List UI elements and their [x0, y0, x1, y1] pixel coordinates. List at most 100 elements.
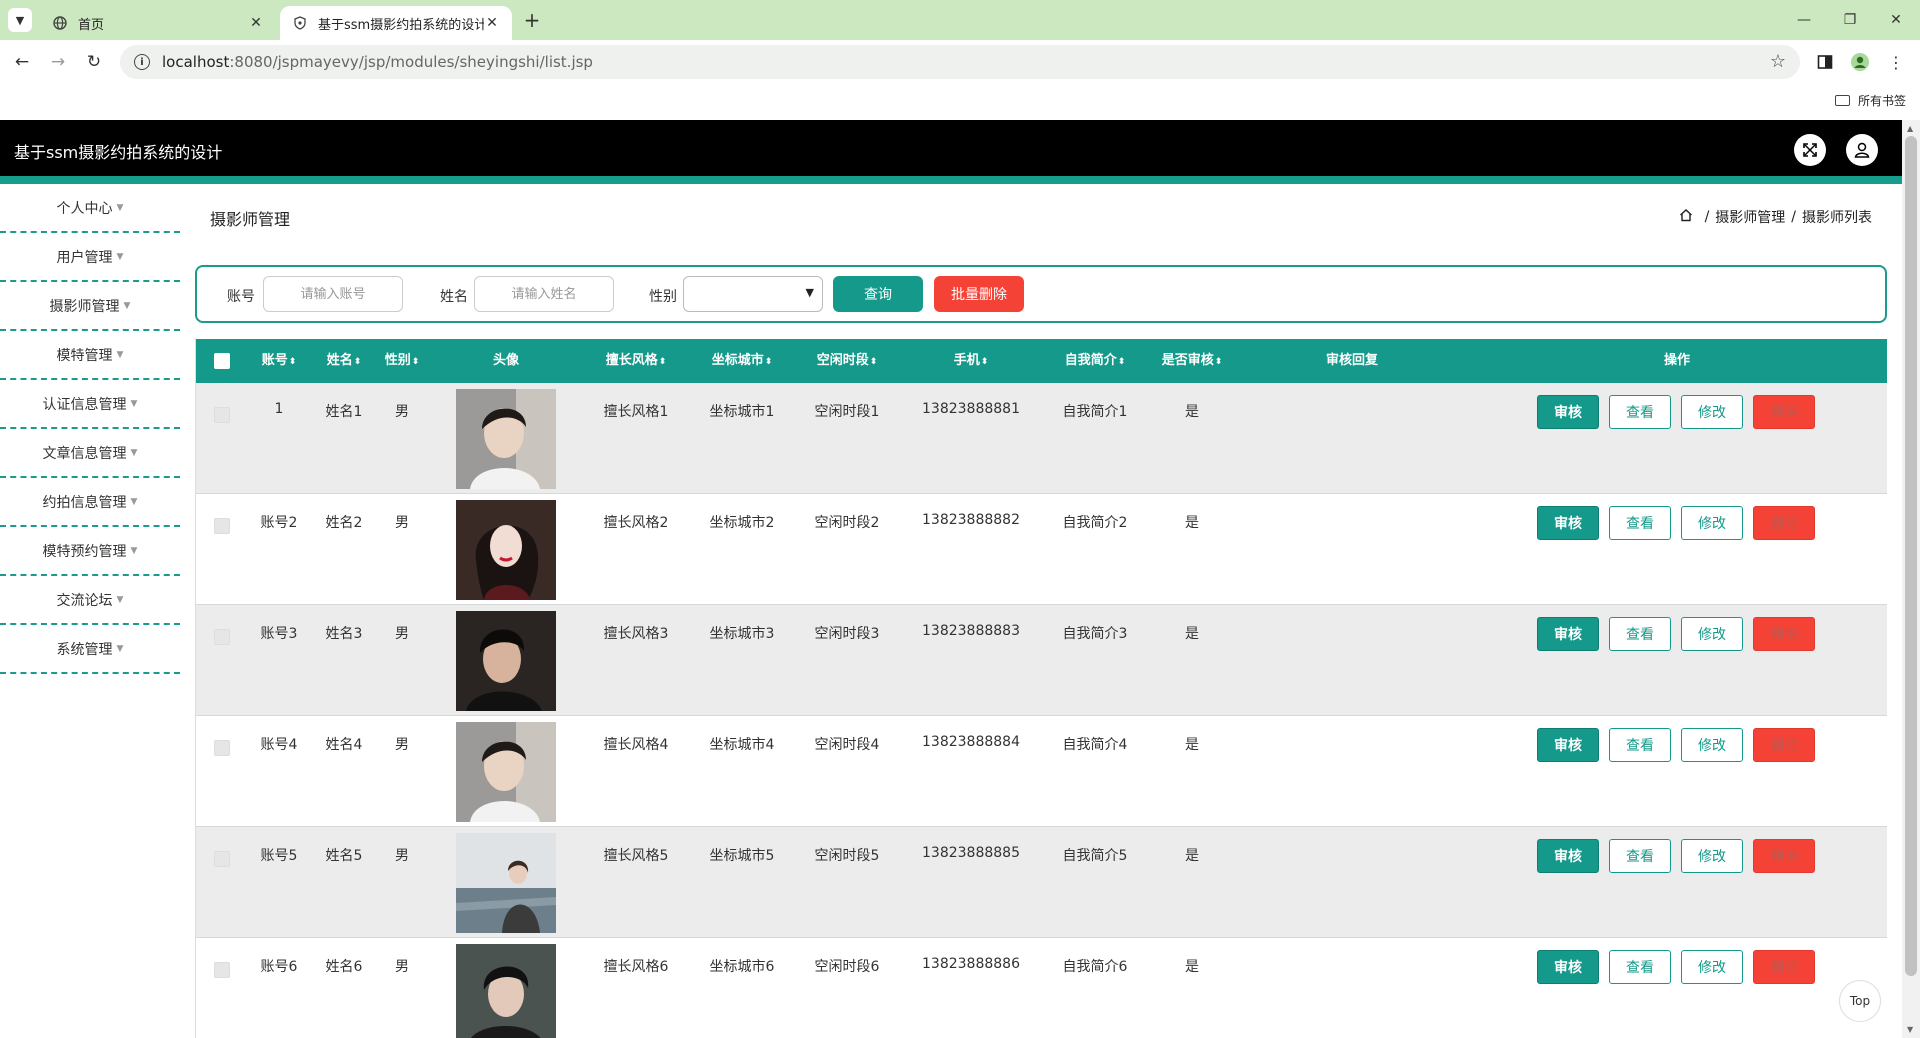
sidepanel-icon[interactable] [1813, 50, 1837, 74]
sidebar: 个人中心 ▼ 用户管理 ▼ 摄影师管理 ▼ 模特管理 ▼ 认证信息管理 ▼ 文章信息管理 ▼… [0, 184, 180, 1038]
edit-button[interactable]: 修改 [1681, 950, 1743, 984]
audit-button[interactable]: 审核 [1537, 839, 1599, 873]
sidebar-item-label: 系统管理 [56, 641, 113, 658]
audit-button[interactable]: 审核 [1537, 728, 1599, 762]
sidebar-item-system[interactable]: 系统管理 ▼ [0, 625, 180, 674]
breadcrumb-item[interactable]: 摄影师管理 [1715, 207, 1785, 227]
name-input[interactable] [474, 276, 614, 312]
sidebar-item-photographers[interactable]: 摄影师管理 ▼ [0, 282, 180, 331]
page-scrollbar[interactable]: ▲ ▼ [1902, 120, 1920, 1038]
sidebar-item-model-booking[interactable]: 模特预约管理 ▼ [0, 527, 180, 576]
account-input[interactable] [263, 276, 403, 312]
query-button[interactable]: 查询 [833, 276, 923, 312]
row-checkbox[interactable] [214, 740, 230, 756]
avatar [456, 500, 556, 600]
sidebar-item-label: 模特管理 [56, 347, 113, 364]
close-icon[interactable]: ✕ [1882, 6, 1910, 34]
delete-button[interactable]: 删除 [1753, 395, 1815, 429]
sidebar-item-label: 摄影师管理 [49, 298, 120, 315]
edit-button[interactable]: 修改 [1681, 839, 1743, 873]
sidebar-item-label: 用户管理 [56, 249, 113, 266]
column-header-account[interactable]: 账号⬍ [262, 339, 297, 384]
cell-phone: 13823888882 [922, 512, 1020, 528]
kebab-icon[interactable]: ⋮ [1884, 50, 1908, 74]
column-header-approved[interactable]: 是否审核⬍ [1162, 339, 1223, 384]
scroll-up-icon[interactable]: ▲ [1907, 124, 1913, 133]
cell-style: 擅长风格1 [603, 404, 669, 420]
edit-button[interactable]: 修改 [1681, 506, 1743, 540]
audit-button[interactable]: 审核 [1537, 506, 1599, 540]
edit-button[interactable]: 修改 [1681, 395, 1743, 429]
sidebar-item-models[interactable]: 模特管理 ▼ [0, 331, 180, 380]
view-button[interactable]: 查看 [1609, 506, 1671, 540]
column-header-city[interactable]: 坐标城市⬍ [712, 339, 773, 384]
row-checkbox[interactable] [214, 851, 230, 867]
view-button[interactable]: 查看 [1609, 728, 1671, 762]
browser-tab-home[interactable]: 首页 ✕ [40, 6, 276, 40]
column-header-free-time[interactable]: 空闲时段⬍ [817, 339, 878, 384]
close-icon[interactable]: ✕ [248, 15, 264, 31]
sidebar-item-personal-center[interactable]: 个人中心 ▼ [0, 184, 180, 233]
star-icon[interactable]: ☆ [1770, 51, 1786, 72]
view-button[interactable]: 查看 [1609, 617, 1671, 651]
column-header-gender[interactable]: 性别⬍ [385, 339, 420, 384]
delete-button[interactable]: 删除 [1753, 728, 1815, 762]
scrollbar-thumb[interactable] [1905, 136, 1917, 976]
close-icon[interactable]: ✕ [484, 15, 500, 31]
select-all-checkbox[interactable] [214, 353, 230, 369]
forward-icon[interactable]: → [46, 50, 70, 74]
view-button[interactable]: 查看 [1609, 839, 1671, 873]
cell-style: 擅长风格2 [603, 515, 669, 531]
delete-button[interactable]: 删除 [1753, 839, 1815, 873]
info-icon[interactable]: i [134, 54, 150, 70]
cell-phone: 13823888884 [922, 734, 1020, 750]
column-header-avatar: 头像 [492, 353, 520, 368]
scroll-down-icon[interactable]: ▼ [1907, 1025, 1913, 1034]
delete-button[interactable]: 删除 [1753, 950, 1815, 984]
cell-gender: 男 [395, 959, 409, 975]
cell-phone: 13823888885 [922, 845, 1020, 861]
sidebar-item-articles[interactable]: 文章信息管理 ▼ [0, 429, 180, 478]
reload-icon[interactable]: ↻ [82, 50, 106, 74]
view-button[interactable]: 查看 [1609, 395, 1671, 429]
sidebar-item-users[interactable]: 用户管理 ▼ [0, 233, 180, 282]
sidebar-item-certification[interactable]: 认证信息管理 ▼ [0, 380, 180, 429]
browser-tab-active[interactable]: 基于ssm摄影约拍系统的设计 ✕ [280, 6, 512, 40]
row-checkbox[interactable] [214, 407, 230, 423]
sidebar-item-forum[interactable]: 交流论坛 ▼ [0, 576, 180, 625]
delete-button[interactable]: 删除 [1753, 506, 1815, 540]
audit-button[interactable]: 审核 [1537, 617, 1599, 651]
view-button[interactable]: 查看 [1609, 950, 1671, 984]
sidebar-item-shoot-info[interactable]: 约拍信息管理 ▼ [0, 478, 180, 527]
column-header-intro[interactable]: 自我简介⬍ [1065, 339, 1126, 384]
breadcrumb-separator: / [1704, 209, 1710, 225]
batch-delete-button[interactable]: 批量删除 [934, 276, 1024, 312]
all-bookmarks[interactable]: 所有书签 [1834, 92, 1906, 109]
delete-button[interactable]: 删除 [1753, 617, 1815, 651]
audit-button[interactable]: 审核 [1537, 395, 1599, 429]
minimize-icon[interactable]: — [1790, 6, 1818, 34]
back-to-top-button[interactable]: Top [1839, 980, 1881, 1022]
edit-button[interactable]: 修改 [1681, 617, 1743, 651]
home-icon[interactable] [1679, 208, 1693, 226]
fullscreen-icon[interactable] [1794, 134, 1826, 166]
restore-icon[interactable]: ❐ [1836, 6, 1864, 34]
column-header-phone[interactable]: 手机⬍ [954, 339, 989, 384]
row-checkbox[interactable] [214, 518, 230, 534]
row-checkbox[interactable] [214, 962, 230, 978]
address-bar[interactable]: i localhost:8080/jspmayevy/jsp/modules/s… [120, 45, 1800, 79]
avatar [456, 389, 556, 489]
audit-button[interactable]: 审核 [1537, 950, 1599, 984]
cell-intro: 自我简介6 [1062, 959, 1128, 975]
edit-button[interactable]: 修改 [1681, 728, 1743, 762]
row-checkbox[interactable] [214, 629, 230, 645]
plus-icon[interactable]: + [520, 8, 544, 32]
user-icon[interactable] [1846, 134, 1878, 166]
tab-search-chevron-down-icon[interactable]: ▼ [8, 8, 32, 32]
back-icon[interactable]: ← [10, 50, 34, 74]
column-header-name[interactable]: 姓名⬍ [327, 339, 362, 384]
cell-city: 坐标城市6 [709, 959, 775, 975]
column-header-style[interactable]: 擅长风格⬍ [606, 339, 667, 384]
profile-icon[interactable] [1848, 50, 1872, 74]
gender-select[interactable]: ▼ [683, 276, 823, 312]
